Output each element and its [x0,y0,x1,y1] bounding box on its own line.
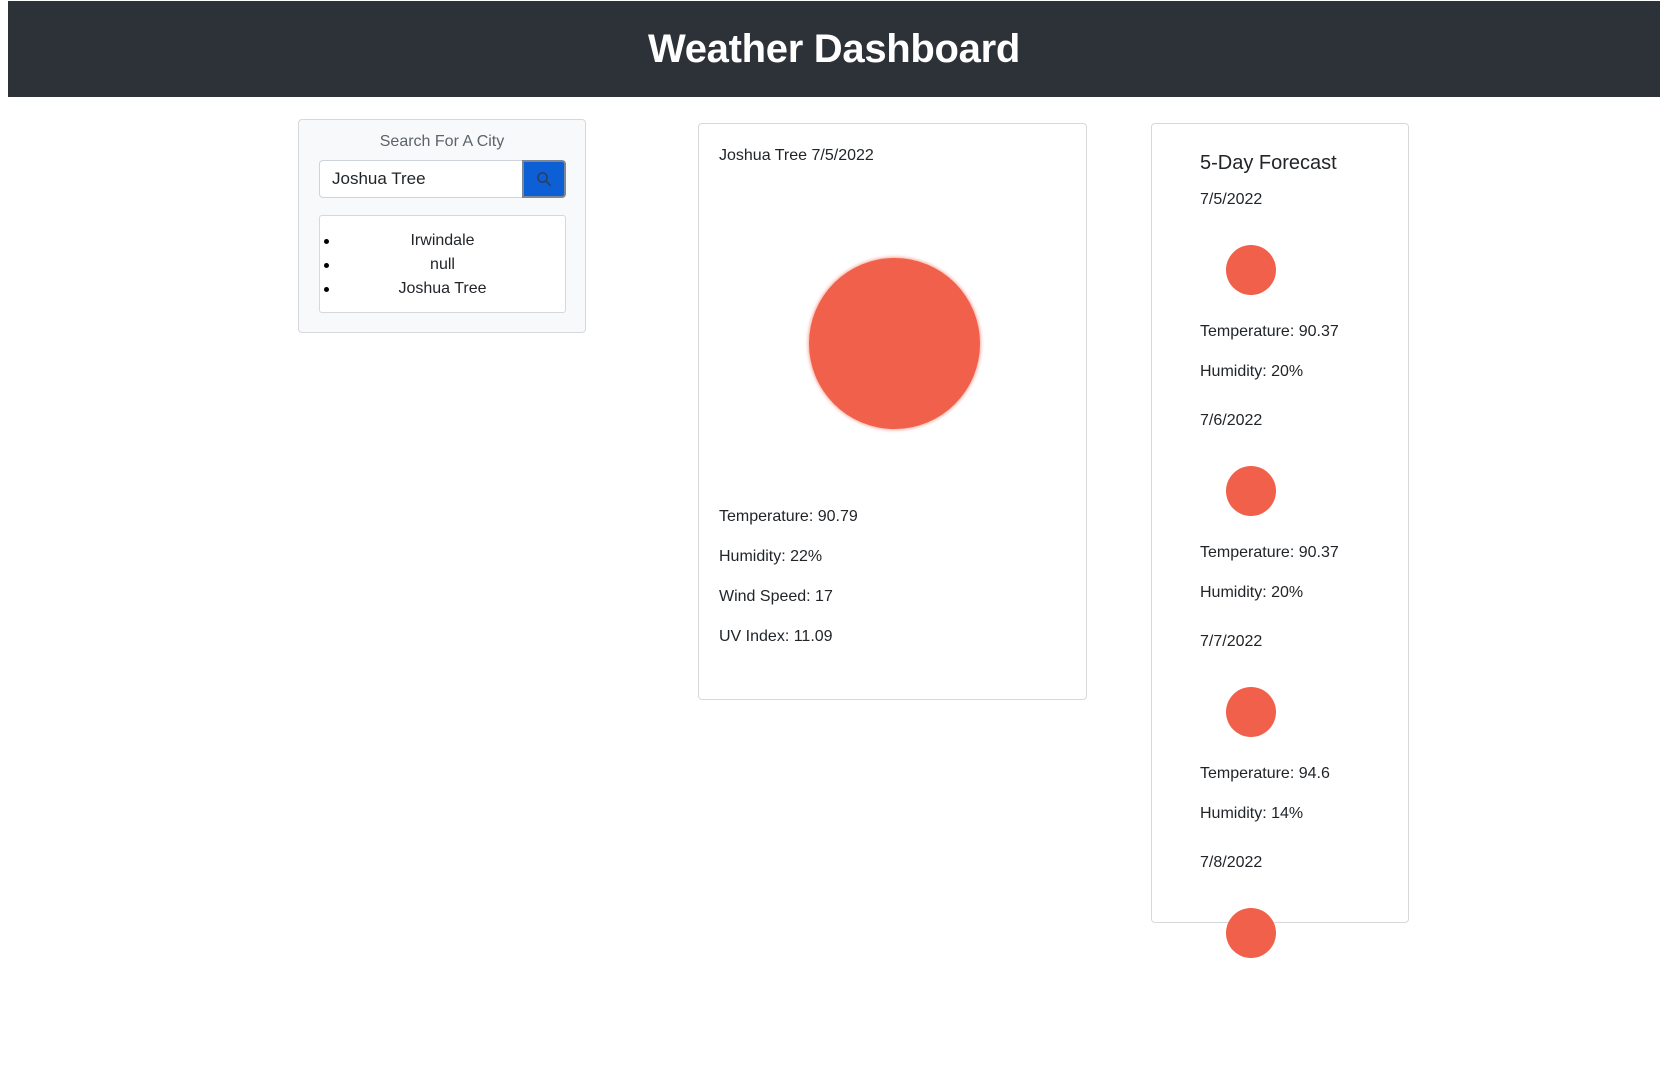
forecast-temperature: Temperature: 90.37 [1200,323,1339,340]
sun-icon [1226,908,1276,958]
forecast-card: 5-Day Forecast 7/5/2022 Temperature: 90.… [1151,123,1409,958]
search-history-list: Irwindale null Joshua Tree [320,229,565,301]
forecast-temperature: Temperature: 90.37 [1200,544,1339,561]
search-panel: Search For A City Irwindale null Joshua … [298,119,586,333]
history-item[interactable]: Irwindale [320,229,565,253]
forecast-day: 7/6/2022 Temperature: 90.37 Humidity: 20… [1200,412,1400,633]
sun-icon [1226,687,1276,737]
forecast-temperature: Temperature: 94.6 [1200,765,1330,782]
current-humidity: Humidity: 22% [719,548,823,565]
sun-icon [1226,466,1276,516]
city-search-input[interactable] [319,160,522,198]
forecast-heading: 5-Day Forecast [1200,152,1337,174]
app-header: Weather Dashboard [8,1,1660,97]
search-history: Irwindale null Joshua Tree [319,215,566,313]
forecast-date: 7/7/2022 [1200,633,1263,650]
current-uv-index: UV Index: 11.09 [719,628,833,645]
page-title: Weather Dashboard [647,26,1021,71]
search-icon [537,172,552,187]
forecast-day: 7/5/2022 Temperature: 90.37 Humidity: 20… [1200,191,1400,412]
current-weather-card: Joshua Tree 7/5/2022 Temperature: 90.79 … [698,123,1087,700]
current-wind-speed: Wind Speed: 17 [719,588,833,605]
forecast-day: 7/7/2022 Temperature: 94.6 Humidity: 14% [1200,633,1400,854]
history-item[interactable]: Joshua Tree [320,277,565,301]
search-button[interactable] [522,160,566,198]
search-title: Search For A City [379,133,505,150]
forecast-day: 7/8/2022 [1200,854,1400,1075]
forecast-date: 7/6/2022 [1200,412,1263,429]
current-temperature: Temperature: 90.79 [719,508,858,525]
sun-icon [809,258,980,429]
forecast-humidity: Humidity: 14% [1200,805,1304,822]
forecast-humidity: Humidity: 20% [1200,363,1304,380]
forecast-date: 7/5/2022 [1200,191,1263,208]
forecast-date: 7/8/2022 [1200,854,1263,871]
current-city-date: Joshua Tree 7/5/2022 [719,147,874,164]
forecast-humidity: Humidity: 20% [1200,584,1304,601]
sun-icon [1226,245,1276,295]
history-item[interactable]: null [320,253,565,277]
